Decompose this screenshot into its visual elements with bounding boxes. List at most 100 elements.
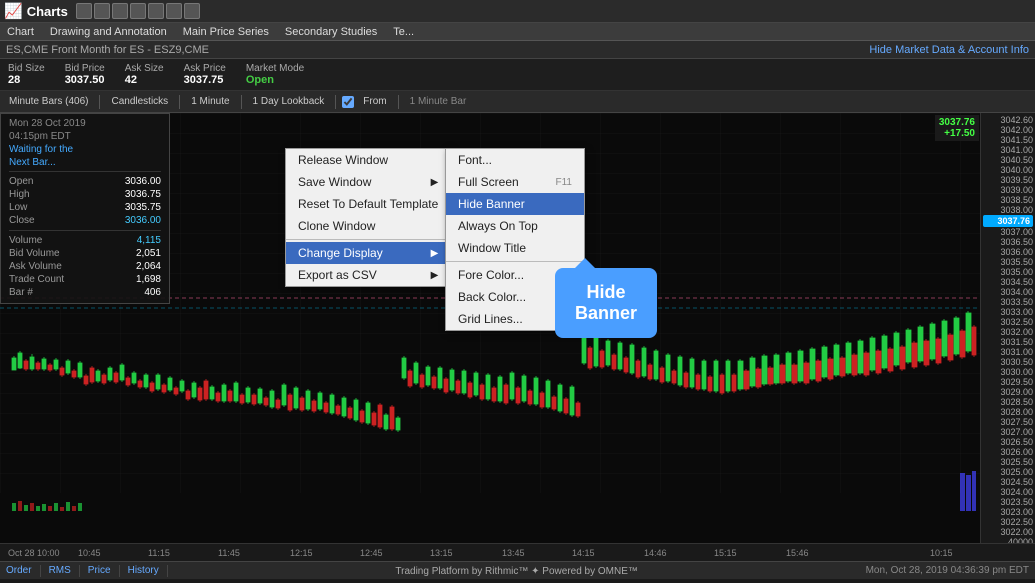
title-bar: 📈 Charts (0, 0, 1035, 23)
toolbar-sep-2 (179, 95, 180, 109)
ctx-release-label: Release Window (298, 153, 388, 167)
chart-area[interactable]: Mon 28 Oct 2019 04:15pm EDT Waiting for … (0, 113, 1035, 543)
menu-drawing[interactable]: Drawing and Annotation (47, 26, 170, 38)
ctx-release-window[interactable]: Release Window (286, 149, 450, 171)
ctx-change-display[interactable]: Change Display ▶ (286, 242, 450, 264)
status-divider-2 (79, 565, 80, 577)
status-rms[interactable]: RMS (49, 565, 71, 576)
ask-price-group: Ask Price 3037.75 (184, 63, 226, 86)
status-timestamp: Mon, Oct 28, 2019 04:36:39 pm EDT (866, 565, 1029, 576)
context-menu[interactable]: Release Window Save Window ▶ Reset To De… (285, 148, 451, 287)
toolbar-btn-2[interactable] (94, 3, 110, 19)
submenu-sep (446, 261, 584, 262)
menu-main-price[interactable]: Main Price Series (180, 26, 272, 38)
toolbar-btn-7[interactable] (184, 3, 200, 19)
toolbar-sep-5 (398, 95, 399, 109)
time-label-2: 10:45 (78, 548, 101, 558)
time-label-5: 12:15 (290, 548, 313, 558)
status-center-text: Trading Platform by Rithmic™ ✦ Powered b… (395, 566, 638, 577)
menu-chart[interactable]: Chart (4, 26, 37, 38)
toolbar-btn-3[interactable] (112, 3, 128, 19)
menu-secondary[interactable]: Secondary Studies (282, 26, 380, 38)
ctx-export-arrow: ▶ (431, 270, 439, 281)
bid-size-value: 28 (8, 74, 45, 86)
ctx-reset-label: Reset To Default Template (298, 197, 438, 211)
time-label-10: 14:46 (644, 548, 667, 558)
status-order[interactable]: Order (6, 565, 32, 576)
tooltip-hide-banner: Hide Banner (555, 268, 657, 338)
status-price[interactable]: Price (88, 565, 111, 576)
toolbar-sep-4 (335, 95, 336, 109)
ctx-clone-label: Clone Window (298, 219, 375, 233)
submenu-window-title-label: Window Title (458, 241, 526, 255)
toolbar-btn-1[interactable] (76, 3, 92, 19)
toolbar-lookback[interactable]: 1 Day Lookback (248, 94, 330, 109)
bid-size-label: Bid Size (8, 63, 45, 74)
time-label-8: 13:45 (502, 548, 525, 558)
submenu-always-on-top[interactable]: Always On Top (446, 215, 584, 237)
toolbar-sep-1 (99, 95, 100, 109)
toolbar-candlesticks[interactable]: Candlesticks (106, 94, 173, 109)
market-mode-group: Market Mode Open (246, 63, 304, 86)
submenu-window-title[interactable]: Window Title (446, 237, 584, 259)
app-logo: 📈 Charts (4, 2, 68, 20)
app-title: Charts (27, 4, 68, 19)
menu-bar: Chart Drawing and Annotation Main Price … (0, 23, 1035, 41)
toolbar-1min[interactable]: 1 Minute (186, 94, 234, 109)
submenu-font-label: Font... (458, 153, 492, 167)
ctx-save-arrow: ▶ (431, 177, 439, 188)
ctx-reset-template[interactable]: Reset To Default Template (286, 193, 450, 215)
submenu-font[interactable]: Font... (446, 149, 584, 171)
ask-size-group: Ask Size 42 (125, 63, 164, 86)
status-center: Trading Platform by Rithmic™ ✦ Powered b… (176, 565, 858, 577)
menu-te[interactable]: Te... (390, 26, 417, 38)
toolbar-sep-3 (241, 95, 242, 109)
bid-price-group: Bid Price 3037.50 (65, 63, 105, 86)
hide-market-data[interactable]: Hide Market Data & Account Info (869, 44, 1029, 56)
toolbar: Minute Bars (406) Candlesticks 1 Minute … (0, 91, 1035, 113)
ask-size-value: 42 (125, 74, 164, 86)
toolbar-btn-6[interactable] (166, 3, 182, 19)
submenu-fore-color-label: Fore Color... (458, 268, 524, 282)
time-label-3: 11:15 (148, 548, 170, 558)
submenu-fullscreen-shortcut: F11 (556, 177, 573, 188)
ask-size-label: Ask Size (125, 63, 164, 74)
time-label-9: 14:15 (572, 548, 595, 558)
toolbar-bar-desc: 1 Minute Bar (405, 94, 472, 109)
status-divider-1 (40, 565, 41, 577)
context-menu-overlay[interactable]: Release Window Save Window ▶ Reset To De… (0, 113, 1035, 543)
ctx-save-label: Save Window (298, 175, 371, 189)
status-bar: Order RMS Price History Trading Platform… (0, 561, 1035, 579)
submenu-grid-lines-label: Grid Lines... (458, 312, 523, 326)
ctx-clone-window[interactable]: Clone Window (286, 215, 450, 237)
bid-price-label: Bid Price (65, 63, 105, 74)
submenu-always-on-top-label: Always On Top (458, 219, 538, 233)
toolbar-minute-bars[interactable]: Minute Bars (406) (4, 94, 93, 109)
ask-price-value: 3037.75 (184, 74, 226, 86)
submenu-fullscreen[interactable]: Full Screen F11 (446, 171, 584, 193)
toolbar-from[interactable]: From (358, 94, 391, 109)
time-label-6: 12:45 (360, 548, 383, 558)
ctx-save-window[interactable]: Save Window ▶ (286, 171, 450, 193)
market-mode-value: Open (246, 74, 304, 86)
time-label-7: 13:15 (430, 548, 453, 558)
time-label-12: 15:46 (786, 548, 809, 558)
market-mode-label: Market Mode (246, 63, 304, 74)
toolbar-btn-5[interactable] (148, 3, 164, 19)
app-icon: 📈 (4, 2, 23, 20)
submenu-fullscreen-label: Full Screen (458, 175, 519, 189)
status-history[interactable]: History (128, 565, 159, 576)
toolbar-from-checkbox[interactable] (342, 96, 354, 108)
toolbar-btn-4[interactable] (130, 3, 146, 19)
bid-price-value: 3037.50 (65, 74, 105, 86)
submenu-back-color-label: Back Color... (458, 290, 526, 304)
tooltip-line2: Banner (575, 303, 637, 323)
ctx-export-label: Export as CSV (298, 268, 377, 282)
submenu-hide-banner[interactable]: Hide Banner (446, 193, 584, 215)
tooltip-line1: Hide (587, 282, 626, 302)
ctx-export-csv[interactable]: Export as CSV ▶ (286, 264, 450, 286)
info-bar: Bid Size 28 Bid Price 3037.50 Ask Size 4… (0, 59, 1035, 91)
ctx-sep-1 (286, 239, 450, 240)
instrument-info: ES,CME Front Month for ES - ESZ9,CME (6, 44, 209, 56)
time-label-1: Oct 28 10:00 (8, 548, 60, 558)
